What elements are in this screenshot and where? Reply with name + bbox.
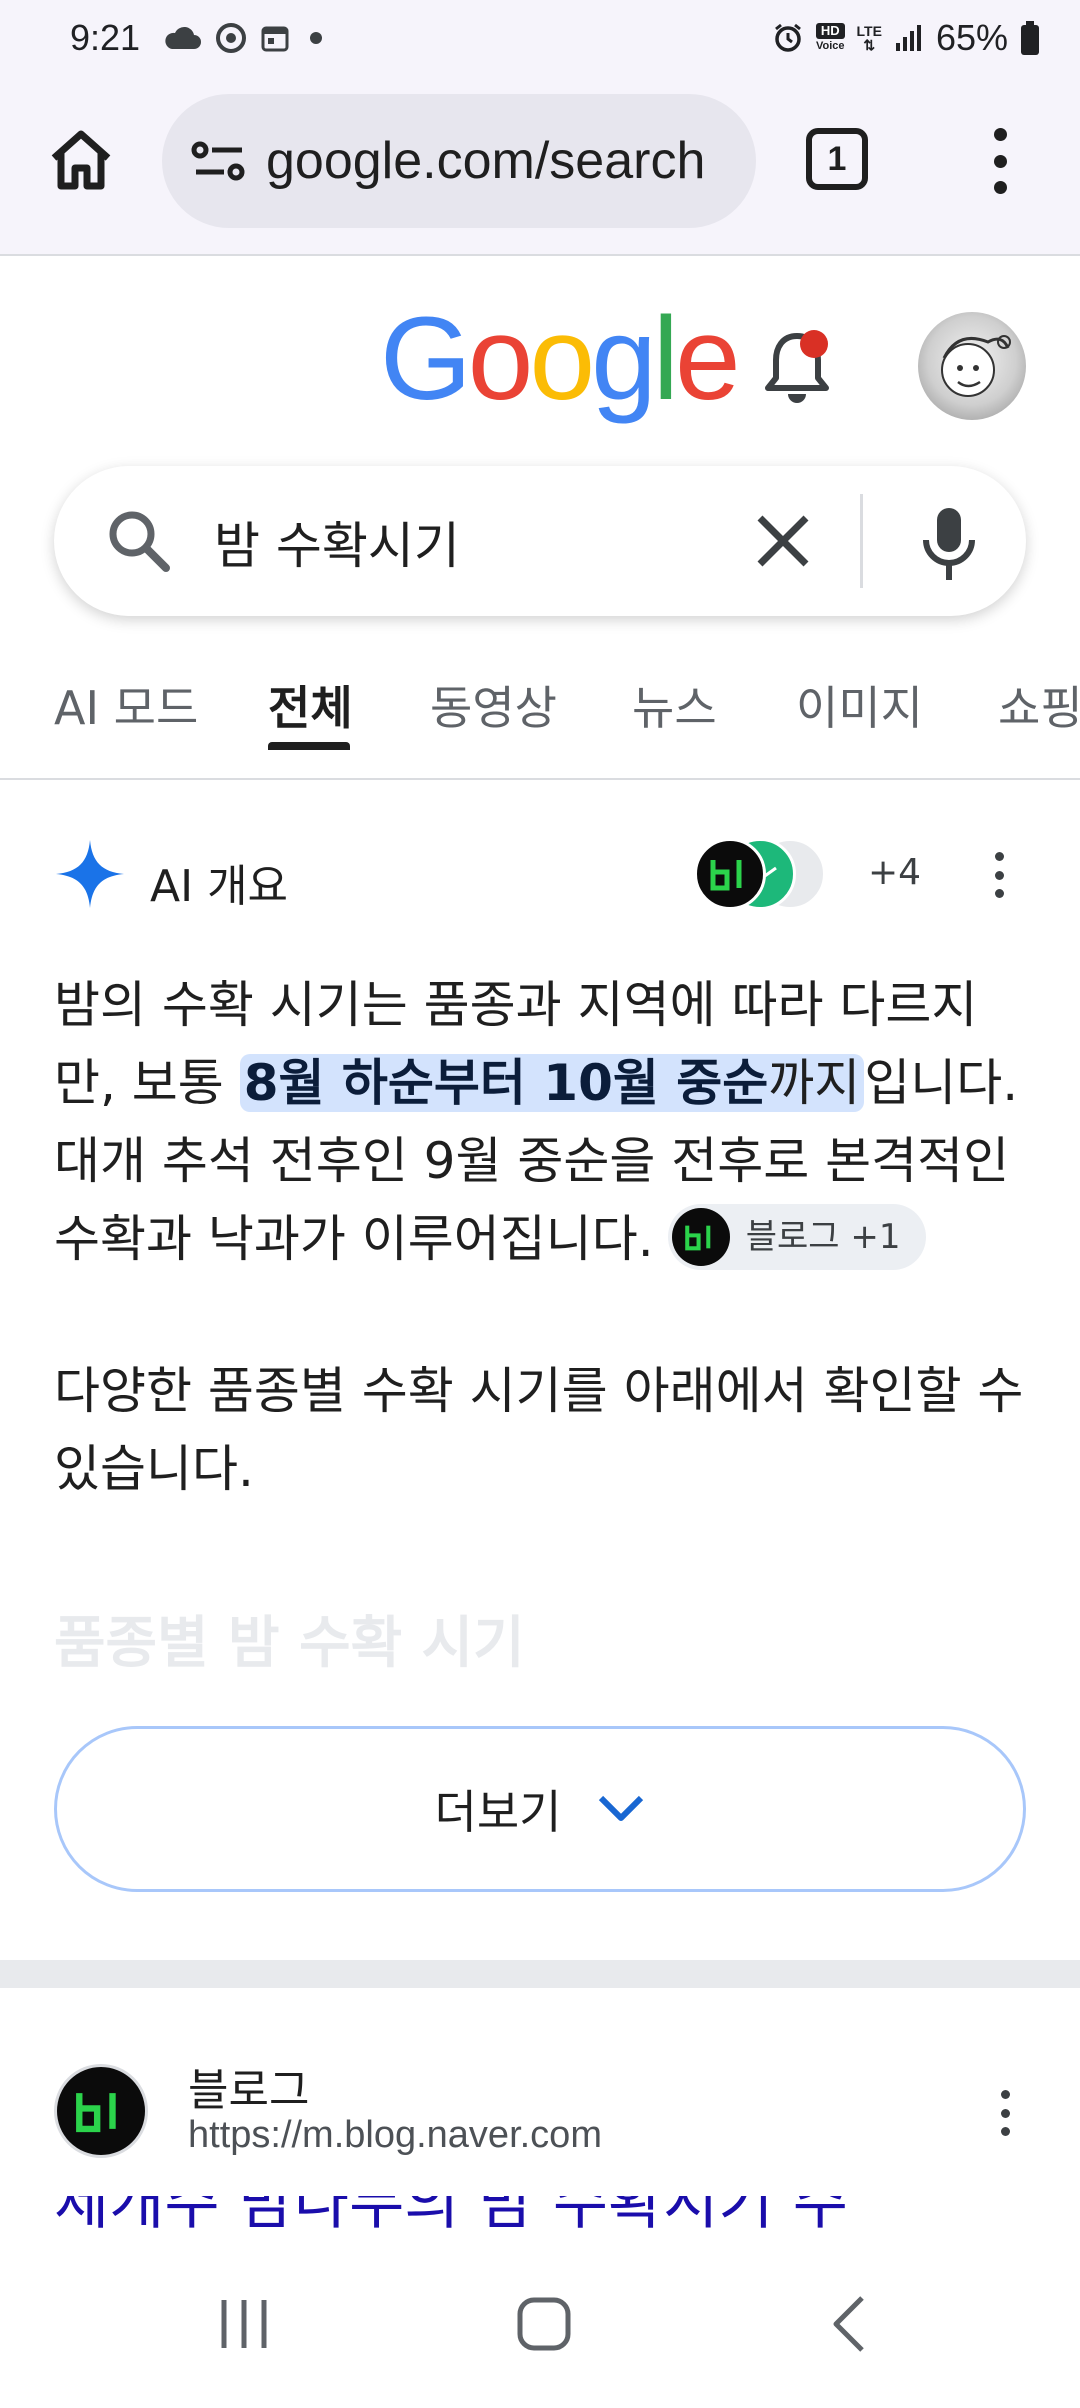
home-nav-icon[interactable] — [512, 2292, 576, 2356]
logo-letter: g — [591, 293, 657, 425]
show-more-button[interactable]: 더보기 — [54, 1726, 1026, 1892]
search-input[interactable]: 밤 수확시기 — [214, 506, 460, 578]
faded-section-heading: 품종별 밤 수확 시기 — [54, 1611, 525, 1676]
back-icon[interactable] — [826, 2292, 870, 2356]
browser-menu-icon[interactable] — [980, 128, 1020, 194]
ai-overview-title: AI 개요 — [150, 861, 289, 912]
blog-chip-icon — [671, 1207, 730, 1266]
logo-letter: o — [529, 293, 595, 425]
search-divider — [860, 494, 863, 588]
clear-icon[interactable] — [752, 510, 814, 572]
ai-overview-header: AI 개요 +4 — [54, 834, 1026, 914]
url-text: google.com/search — [266, 132, 706, 190]
cloud-icon — [165, 26, 202, 49]
tab-switcher-button[interactable]: 1 — [806, 128, 868, 190]
avatar-illustration-icon — [941, 335, 1011, 397]
home-icon[interactable] — [46, 124, 116, 194]
battery-percent: 65% — [935, 17, 1008, 58]
address-bar[interactable]: google.com/search — [162, 94, 756, 228]
active-tab-indicator — [268, 742, 350, 750]
status-bar: 9:21 HD Voice LTE ⇅ 65% — [0, 0, 1080, 76]
result-more-icon[interactable] — [992, 2090, 1018, 2136]
result-title-link[interactable]: 제개주 밤나무의 밤 수확시기 주 — [54, 2196, 1034, 2242]
result-url: https://m.blog.naver.com — [188, 2114, 602, 2156]
show-more-label: 더보기 — [434, 1785, 562, 1839]
ai-overview-paragraph-2: 다양한 품종별 수확 시기를 아래에서 확인할 수 있습니다. — [54, 1362, 1024, 1498]
blog-favicon-icon — [54, 2064, 148, 2158]
notification-dot-icon — [310, 32, 323, 44]
tab-all[interactable]: 전체 — [268, 672, 353, 738]
status-icons-left — [162, 23, 328, 53]
section-separator — [0, 1960, 1080, 1988]
logo-letter: e — [674, 293, 741, 425]
notification-badge — [800, 330, 828, 358]
status-time: 9:21 — [70, 17, 141, 58]
status-icons-right: HD Voice LTE ⇅ 65% — [772, 17, 1040, 59]
search-box[interactable]: 밤 수확시기 — [54, 466, 1026, 616]
tab-videos[interactable]: 동영상 — [430, 672, 557, 738]
lte-icon: LTE ⇅ — [856, 23, 882, 53]
site-settings-icon[interactable] — [190, 136, 248, 186]
system-navigation-bar — [0, 2242, 1080, 2408]
search-tabs: AI 모드 전체 동영상 뉴스 이미지 쇼핑 — [0, 650, 1080, 780]
chrome-icon — [216, 23, 247, 53]
highlighted-answer: 8월 하순부터 10월 중순까지 — [239, 1054, 865, 1112]
blog-source-icon — [694, 838, 766, 910]
search-icon — [109, 511, 170, 572]
logo-letter: o — [467, 293, 534, 425]
ai-overview-paragraph-1: 밤의 수확 시기는 품종과 지역에 따라 다르지만, 보통 8월 하순부터 10… — [54, 976, 1019, 1270]
alarm-icon — [775, 23, 801, 52]
recent-apps-icon[interactable] — [214, 2292, 274, 2356]
hd-voice-icon: HD Voice — [816, 23, 845, 52]
tab-news[interactable]: 뉴스 — [632, 672, 717, 738]
calendar-icon — [261, 26, 289, 52]
tab-images[interactable]: 이미지 — [796, 672, 923, 738]
account-avatar[interactable] — [918, 312, 1026, 420]
google-logo[interactable]: Google — [380, 300, 741, 418]
result-site-name: 블로그 — [188, 2065, 310, 2116]
tab-shopping[interactable]: 쇼핑 — [998, 672, 1080, 738]
tab-ai-mode[interactable]: AI 모드 — [54, 672, 198, 738]
logo-letter: G — [380, 293, 472, 425]
chevron-down-icon — [599, 1795, 644, 1821]
signal-icon — [895, 25, 921, 51]
source-chip[interactable]: 블로그 +1 — [667, 1203, 927, 1270]
battery-icon — [1021, 21, 1039, 55]
logo-letter: l — [652, 293, 679, 425]
ai-sparkle-icon — [56, 840, 124, 908]
ai-overview-more-icon[interactable] — [986, 852, 1012, 898]
microphone-icon[interactable] — [914, 504, 984, 584]
browser-toolbar: google.com/search 1 — [0, 76, 1080, 256]
source-count: +4 — [868, 852, 922, 893]
